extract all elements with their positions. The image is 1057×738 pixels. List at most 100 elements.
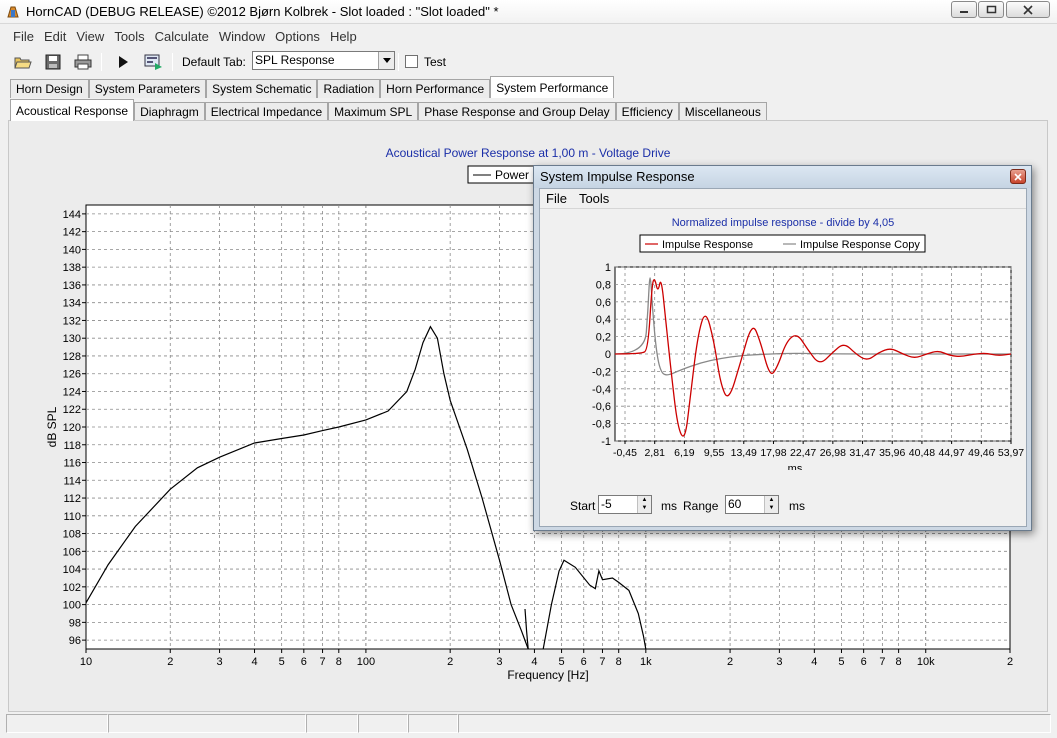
impulse-xtick-label: 40,48	[909, 447, 935, 459]
impulse-menu-tools[interactable]: Tools	[573, 189, 615, 208]
range-value: 60	[728, 497, 742, 511]
range-spinbox[interactable]: 60 ▲ ▼	[725, 495, 779, 514]
impulse-window-titlebar[interactable]: System Impulse Response	[534, 166, 1031, 188]
spl-xtick-label: 6	[581, 656, 587, 668]
spl-xtick-label: 4	[251, 656, 257, 668]
status-bar	[6, 714, 1051, 733]
spl-ytick-label: 98	[69, 617, 81, 629]
impulse-window-title: System Impulse Response	[540, 169, 695, 184]
spl-xtick-label: 5	[279, 656, 285, 668]
status-cell	[408, 714, 458, 733]
impulse-ytick-label: 1	[605, 262, 611, 274]
range-unit: ms	[789, 499, 805, 513]
start-label: Start	[570, 499, 596, 513]
spl-xtick-label: 8	[616, 656, 622, 668]
impulse-ytick-label: -0,8	[592, 419, 611, 431]
impulse-xtick-label: 53,97	[998, 447, 1024, 459]
tab-system-performance[interactable]: System Performance	[490, 76, 615, 98]
spl-ytick-label: 104	[63, 564, 81, 576]
impulse-ytick-label: -0,4	[592, 384, 611, 396]
impulse-ytick-label: 0,4	[596, 314, 611, 326]
impulse-xtick-label: 44,97	[938, 447, 964, 459]
impulse-ytick-label: -0,6	[592, 401, 611, 413]
impulse-xtick-label: 17,98	[760, 447, 786, 459]
impulse-legend-copy: Impulse Response Copy	[800, 239, 920, 251]
impulse-ytick-label: 0,6	[596, 297, 611, 309]
spl-ytick-label: 102	[63, 582, 81, 594]
spl-xtick-label: 3	[776, 656, 782, 668]
spl-ylabel: dB SPL	[45, 406, 59, 447]
impulse-window-menubar: File Tools	[540, 189, 1026, 209]
spl-ytick-label: 128	[63, 351, 81, 363]
impulse-xtick-label: 26,98	[820, 447, 846, 459]
impulse-xtick-label: -0,45	[613, 447, 637, 459]
spl-ytick-label: 96	[69, 635, 81, 647]
spl-xtick-label: 10k	[917, 656, 935, 668]
status-cell	[6, 714, 108, 733]
impulse-legend-primary: Impulse Response	[662, 239, 753, 251]
impulse-xtick-label: 35,96	[879, 447, 905, 459]
start-spinbox[interactable]: -5 ▲ ▼	[598, 495, 652, 514]
spl-xtick-label: 3	[216, 656, 222, 668]
spl-ytick-label: 124	[63, 386, 81, 398]
impulse-ytick-label: 0,8	[596, 279, 611, 291]
spl-xtick-label: 2	[1007, 656, 1013, 668]
spl-ytick-label: 138	[63, 262, 81, 274]
spl-ytick-label: 110	[63, 511, 81, 523]
spl-xtick-label: 5	[559, 656, 565, 668]
spl-ytick-label: 108	[63, 529, 81, 541]
spl-ytick-label: 142	[63, 227, 81, 239]
impulse-xtick-label: 49,46	[968, 447, 994, 459]
status-cell	[306, 714, 358, 733]
spl-xtick-label: 5	[838, 656, 844, 668]
spl-ytick-label: 132	[63, 315, 81, 327]
impulse-window-body: File Tools Normalized impulse response -…	[539, 188, 1027, 527]
impulse-ytick-label: 0	[605, 349, 611, 361]
impulse-xtick-label: 9,55	[704, 447, 725, 459]
start-unit: ms	[661, 499, 677, 513]
impulse-xtick-label: 22,47	[790, 447, 816, 459]
spl-ytick-label: 106	[63, 546, 81, 558]
spl-ytick-label: 120	[63, 422, 81, 434]
spinner-arrows-icon[interactable]: ▲ ▼	[764, 496, 778, 513]
spl-xtick-label: 10	[80, 656, 92, 668]
tab-acoustical-response[interactable]: Acoustical Response	[10, 99, 135, 121]
status-cell	[358, 714, 408, 733]
impulse-response-window: System Impulse Response File Tools Norma…	[533, 165, 1032, 531]
spl-ytick-label: 114	[63, 475, 81, 487]
spl-ytick-label: 112	[63, 493, 81, 505]
impulse-ytick-label: -0,2	[592, 366, 611, 378]
spl-xtick-label: 1k	[640, 656, 652, 668]
spl-xtick-label: 2	[727, 656, 733, 668]
spl-xtick-label: 6	[301, 656, 307, 668]
status-cell	[458, 714, 1051, 733]
spl-chart-title: Acoustical Power Response at 1,00 m - Vo…	[386, 146, 671, 160]
spl-ytick-label: 136	[63, 280, 81, 292]
spl-xtick-label: 100	[357, 656, 375, 668]
impulse-chart-title: Normalized impulse response - divide by …	[672, 217, 895, 229]
spl-ytick-label: 140	[63, 244, 81, 256]
spl-xtick-label: 2	[167, 656, 173, 668]
spl-ytick-label: 130	[63, 333, 81, 345]
spl-xtick-label: 8	[336, 656, 342, 668]
close-icon[interactable]	[1010, 169, 1026, 184]
spl-xtick-label: 7	[599, 656, 605, 668]
spl-xtick-label: 8	[896, 656, 902, 668]
spl-ytick-label: 144	[63, 209, 81, 221]
spinner-arrows-icon[interactable]: ▲ ▼	[637, 496, 651, 513]
impulse-ytick-label: 0,2	[596, 332, 611, 344]
impulse-ytick-label: -1	[601, 436, 611, 448]
impulse-menu-file[interactable]: File	[540, 189, 573, 208]
status-cell	[108, 714, 306, 733]
spl-ytick-label: 116	[63, 458, 81, 470]
spl-xtick-label: 6	[861, 656, 867, 668]
spl-ytick-label: 118	[63, 440, 81, 452]
impulse-xtick-label: 6,19	[674, 447, 695, 459]
spl-ytick-label: 126	[63, 369, 81, 381]
spl-xlabel: Frequency [Hz]	[507, 668, 588, 682]
spl-xtick-label: 4	[531, 656, 537, 668]
spl-ytick-label: 100	[63, 600, 81, 612]
spl-xtick-label: 7	[879, 656, 885, 668]
spl-legend-entry: Power	[495, 168, 529, 182]
spl-ytick-label: 122	[63, 404, 81, 416]
